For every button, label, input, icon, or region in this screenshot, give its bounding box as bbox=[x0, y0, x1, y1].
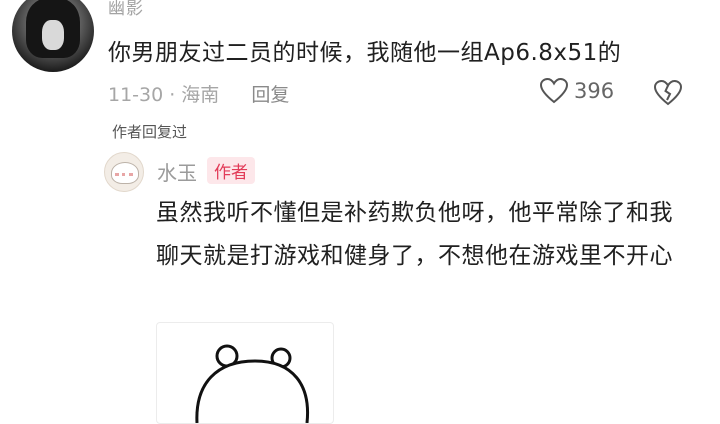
avatar-face bbox=[42, 20, 64, 50]
reply-username[interactable]: 水玉 bbox=[157, 157, 197, 186]
comment-avatar[interactable] bbox=[12, 0, 94, 72]
reply-text: 虽然我听不懂但是补药欺负他呀，他平常除了和我聊天就是打游戏和健身了，不想他在游戏… bbox=[156, 200, 673, 269]
comment-date: 11-30 bbox=[108, 84, 164, 106]
meta-separator: · bbox=[169, 84, 176, 106]
reply-avatar[interactable] bbox=[104, 152, 144, 192]
bear-drawing bbox=[195, 344, 310, 423]
broken-heart-icon bbox=[653, 79, 683, 106]
like-count: 396 bbox=[574, 79, 615, 103]
like-button[interactable]: 396 bbox=[540, 78, 614, 104]
comment-username[interactable]: 幽影 bbox=[108, 0, 144, 19]
comment-text: 你男朋友过二员的时候，我随他一组Ap6.8x51的 bbox=[108, 40, 622, 66]
heart-icon bbox=[540, 78, 568, 104]
reply-button[interactable]: 回复 bbox=[251, 80, 289, 107]
reply-image[interactable] bbox=[156, 322, 334, 424]
avatar-blush bbox=[115, 173, 133, 180]
dislike-button[interactable] bbox=[653, 79, 683, 110]
author-replied-label: 作者回复过 bbox=[112, 123, 188, 141]
comment-location: 海南 bbox=[181, 84, 220, 106]
author-badge: 作者 bbox=[207, 157, 255, 184]
comment-meta: 11-30 · 海南 回复 bbox=[108, 80, 289, 107]
